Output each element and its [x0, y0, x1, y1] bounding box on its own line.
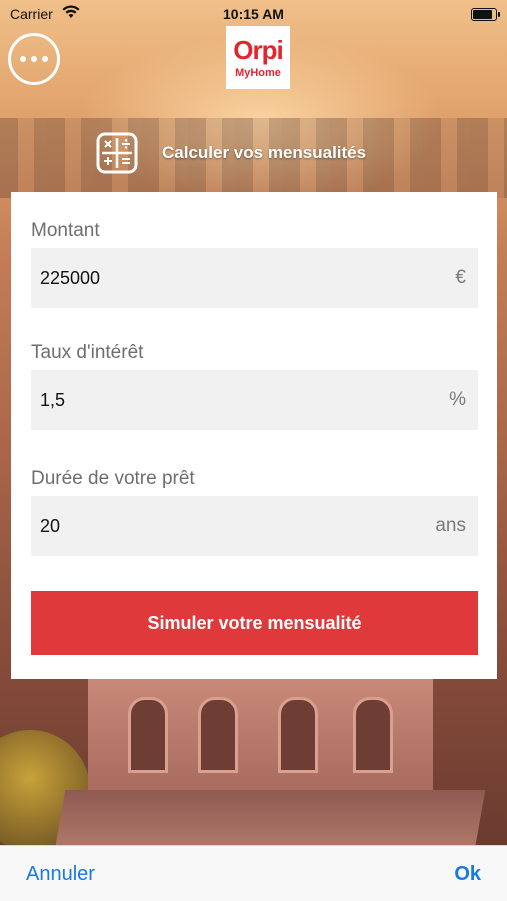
amount-field[interactable]: 225000 €	[31, 248, 478, 308]
interest-rate-field[interactable]: 1,5 %	[31, 370, 478, 430]
church-window	[353, 697, 393, 773]
church-window	[198, 697, 238, 773]
loan-duration-field[interactable]: 20 ans	[31, 496, 478, 556]
plaza	[54, 790, 486, 845]
logo-brand: Orpi	[233, 34, 283, 65]
loan-calculator-form: Montant 225000 € Taux d'intérêt 1,5 % Du…	[11, 192, 497, 679]
page-title: Calculer vos mensualités	[162, 143, 367, 162]
page-title-row: Calculer vos mensualités	[96, 130, 366, 176]
dot-icon	[31, 56, 37, 62]
dot-icon	[42, 56, 48, 62]
duration-unit: ans	[435, 515, 466, 536]
duration-label: Durée de votre prêt	[31, 468, 195, 489]
more-options-button[interactable]	[8, 33, 60, 85]
calculator-icon	[96, 132, 138, 174]
orpi-logo: Orpi MyHome	[226, 26, 290, 89]
clock: 10:15 AM	[223, 6, 284, 22]
cancel-button[interactable]: Annuler	[26, 863, 95, 886]
bottom-toolbar: Annuler Ok	[0, 845, 507, 901]
church-window	[278, 697, 318, 773]
church-window	[128, 697, 168, 773]
ok-button[interactable]: Ok	[454, 863, 481, 886]
amount-unit: €	[455, 267, 466, 288]
amount-label: Montant	[31, 220, 100, 241]
dot-icon	[20, 56, 26, 62]
rate-label: Taux d'intérêt	[31, 342, 144, 363]
simulate-button[interactable]: Simuler votre mensualité	[31, 591, 478, 655]
church-building	[88, 675, 433, 795]
rate-unit: %	[449, 389, 466, 410]
amount-value: 225000	[40, 268, 101, 288]
duration-value: 20	[40, 516, 61, 536]
battery-icon	[471, 8, 500, 21]
status-bar: Carrier 10:15 AM	[0, 0, 507, 28]
logo-sub: MyHome	[235, 66, 281, 79]
rate-value: 1,5	[40, 390, 66, 410]
